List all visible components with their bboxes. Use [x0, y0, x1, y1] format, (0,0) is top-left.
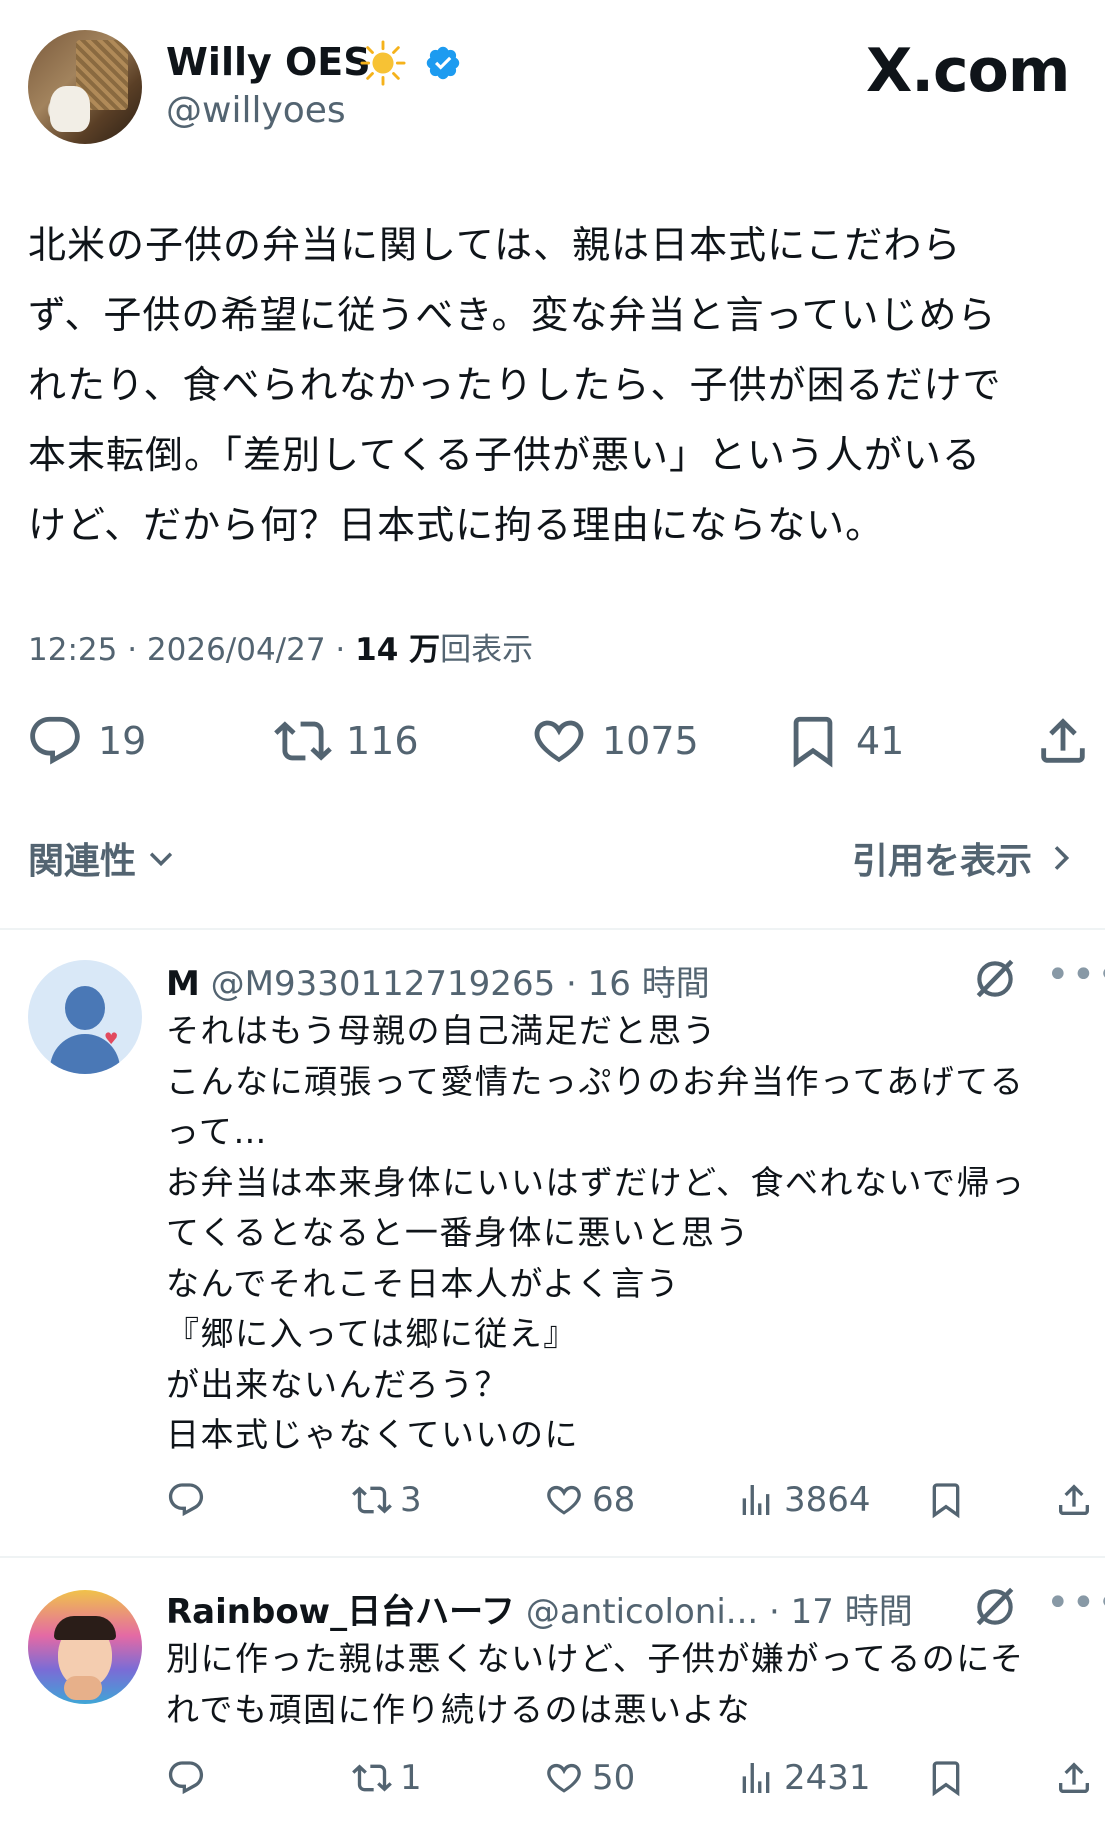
reply-button[interactable]	[166, 1758, 214, 1798]
like-button[interactable]: 50	[544, 1758, 635, 1798]
retweet-count: 1	[400, 1758, 422, 1798]
bookmark-button[interactable]	[926, 1480, 974, 1520]
views-label: 回表示	[440, 632, 534, 668]
views-icon	[742, 1763, 770, 1793]
verified-icon	[426, 46, 460, 80]
avatar[interactable]	[28, 1590, 142, 1704]
avatar[interactable]: ♥	[28, 960, 142, 1074]
views-count: 14 万	[355, 632, 441, 668]
more-icon[interactable]: •••	[1046, 952, 1105, 998]
views-count: 2431	[784, 1758, 871, 1798]
retweet-icon	[352, 1486, 392, 1514]
views-icon	[742, 1485, 770, 1515]
reply-text: 別に作った親は悪くないけど、子供が嫌がってるのにそ れでも頑固に作り続けるのは悪…	[166, 1639, 1025, 1729]
like-icon	[534, 720, 584, 763]
tweet-text: 北米の子供の弁当に関しては、親は日本式にこだわら ず、子供の希望に従うべき。変な…	[28, 223, 1002, 547]
reply-author-name[interactable]: M	[166, 964, 200, 1004]
quotes-label: 引用を表示	[852, 841, 1033, 882]
reply-icon	[30, 716, 80, 765]
retweet-button[interactable]: 3	[352, 1480, 422, 1520]
like-button[interactable]: 1075	[530, 712, 699, 770]
bookmark-icon	[932, 1761, 960, 1797]
like-count: 50	[592, 1758, 636, 1798]
more-icon[interactable]: •••	[1046, 1580, 1105, 1626]
tweet-meta: 12:25 · 2026/04/27 · 14 万回表示	[28, 624, 533, 669]
reply-author-handle[interactable]: @anticoloni...	[526, 1592, 758, 1632]
reply-button[interactable]	[166, 1480, 214, 1520]
reply-time[interactable]: · 17 時間	[769, 1592, 913, 1632]
share-icon	[1059, 1762, 1089, 1793]
share-button[interactable]	[1034, 712, 1105, 770]
retweet-count: 116	[346, 719, 419, 763]
like-icon	[547, 1485, 581, 1515]
retweet-icon	[352, 1764, 392, 1792]
reply-time[interactable]: · 16 時間	[566, 964, 710, 1004]
bookmark-icon	[793, 716, 833, 768]
reply-author-handle[interactable]: @M9330112719265	[211, 964, 556, 1004]
author-name[interactable]: Willy OES	[166, 40, 371, 84]
retweet-button[interactable]: 116	[274, 712, 419, 770]
view-quotes-link[interactable]: 引用を表示	[852, 832, 1076, 884]
reply-button[interactable]: 19	[26, 712, 146, 770]
chevron-right-icon	[1054, 846, 1070, 870]
reply-text: それはもう母親の自己満足だと思う こんなに頑張って愛情たっぷりのお弁当作ってあげ…	[166, 1011, 1026, 1454]
reply-header: Rainbow_日台ハーフ @anticoloni... · 17 時間	[166, 1584, 913, 1633]
divider	[0, 928, 1105, 930]
chevron-down-icon	[149, 852, 173, 867]
share-icon	[1041, 718, 1085, 763]
views-button[interactable]: 3864	[736, 1480, 871, 1520]
grok-icon[interactable]	[970, 954, 1020, 1004]
like-count: 68	[592, 1480, 636, 1520]
retweet-icon	[274, 721, 332, 761]
x-logo: X.com	[866, 36, 1070, 106]
share-button[interactable]	[1054, 1758, 1102, 1798]
bookmark-icon	[932, 1483, 960, 1519]
bookmark-button[interactable]	[926, 1758, 974, 1798]
reply-header: M @M9330112719265 · 16 時間	[166, 956, 710, 1005]
sort-label: 関連性	[28, 841, 137, 882]
bookmark-count: 41	[856, 719, 905, 763]
views-button[interactable]: 2431	[736, 1758, 871, 1798]
share-icon	[1059, 1484, 1089, 1515]
retweet-count: 3	[400, 1480, 422, 1520]
bookmark-button[interactable]: 41	[784, 712, 904, 770]
reply-icon	[168, 1761, 204, 1795]
like-count: 1075	[602, 719, 699, 763]
tweet-timestamp[interactable]: 12:25 · 2026/04/27 ·	[28, 632, 355, 668]
views-count: 3864	[784, 1480, 871, 1520]
grok-icon[interactable]	[970, 1582, 1020, 1632]
reply-count: 19	[98, 719, 147, 763]
reply-author-name[interactable]: Rainbow_日台ハーフ	[166, 1592, 515, 1632]
share-button[interactable]	[1054, 1480, 1102, 1520]
sun-icon	[360, 40, 406, 86]
author-avatar[interactable]	[28, 30, 142, 144]
like-button[interactable]: 68	[544, 1480, 635, 1520]
like-icon	[547, 1763, 581, 1793]
retweet-button[interactable]: 1	[352, 1758, 422, 1798]
divider	[0, 1556, 1105, 1558]
reply-icon	[168, 1483, 204, 1517]
author-handle[interactable]: @willyoes	[166, 90, 346, 131]
sort-dropdown[interactable]: 関連性	[28, 832, 178, 884]
